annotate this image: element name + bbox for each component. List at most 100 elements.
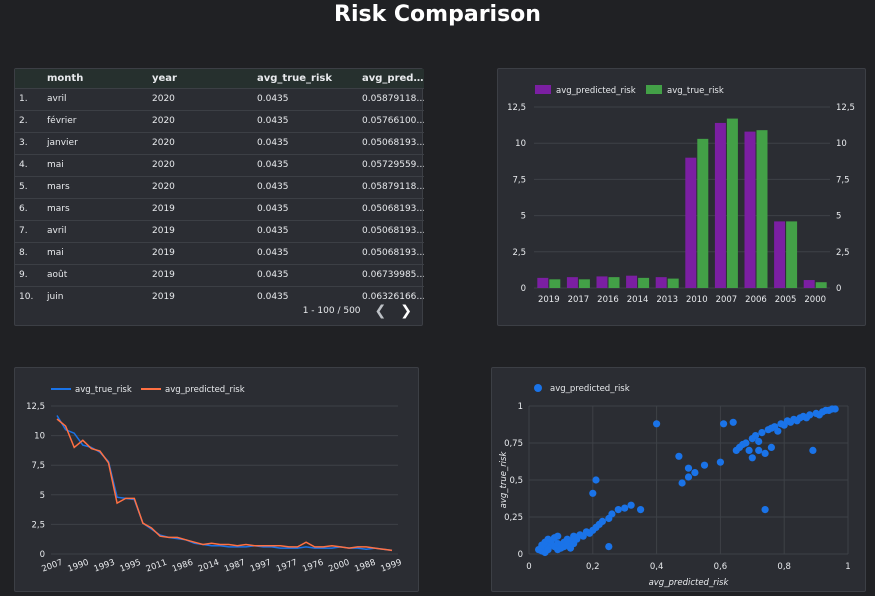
y-tick-label: 5 <box>521 212 526 222</box>
table-row[interactable]: 3. janvier 2020 0.0435 0.05068193… <box>15 131 424 154</box>
y-tick-label: 0,5 <box>509 476 523 486</box>
data-point <box>716 458 724 466</box>
data-point <box>678 479 686 487</box>
data-point <box>809 446 817 454</box>
data-point <box>614 506 622 514</box>
year-cell: 2019 <box>148 263 253 286</box>
y-tick-label: 1 <box>518 402 523 412</box>
data-point <box>720 420 728 428</box>
data-point <box>761 449 769 457</box>
data-point <box>806 411 814 419</box>
y-tick-label: 5 <box>836 212 841 222</box>
avg-predicted-risk-cell: 0.05879118… <box>358 87 424 110</box>
x-tick-label: 2016 <box>597 295 619 305</box>
data-point <box>637 506 645 514</box>
table-row[interactable]: 5. mars 2020 0.0435 0.05879118… <box>15 175 424 198</box>
avg-true-risk-cell: 0.0435 <box>253 197 358 220</box>
x-tick-label: 0,6 <box>714 562 728 572</box>
table-row[interactable]: 7. avril 2019 0.0435 0.05068193… <box>15 219 424 242</box>
row-index: 7. <box>15 219 43 242</box>
year-cell: 2020 <box>148 175 253 198</box>
avg-true-risk-cell: 0.0435 <box>253 109 358 132</box>
x-tick-label: 0,8 <box>777 562 791 572</box>
bar <box>578 279 590 288</box>
y-tick-label: 5 <box>40 491 45 501</box>
year-cell: 2019 <box>148 241 253 264</box>
x-tick-label: 1987 <box>223 558 247 575</box>
x-tick-label: 2000 <box>327 558 351 575</box>
data-table: month year avg_true_risk avg_pred… 1. avr… <box>15 69 424 308</box>
x-tick-label: 2013 <box>656 295 678 305</box>
bar <box>685 157 697 288</box>
legend-label: avg_true_risk <box>667 86 724 96</box>
y-tick-label: 2,5 <box>512 248 526 258</box>
month-cell: mai <box>43 153 148 176</box>
chevron-right-icon[interactable]: ❯ <box>400 303 412 319</box>
month-cell: mars <box>43 175 148 198</box>
y-tick-label: 0,25 <box>504 513 523 523</box>
column-header-avg-predicted-risk[interactable]: avg_pred… <box>358 69 424 88</box>
y-tick-label: 7,5 <box>836 175 850 185</box>
data-point <box>755 437 763 446</box>
table-row[interactable]: 4. mai 2020 0.0435 0.05729559… <box>15 153 424 176</box>
table-row[interactable]: 9. août 2019 0.0435 0.06739985… <box>15 263 424 286</box>
x-tick-label: 0,2 <box>586 562 600 572</box>
data-table-card: month year avg_true_risk avg_pred… 1. avr… <box>14 68 424 326</box>
data-point <box>729 418 737 426</box>
x-tick-label: 2006 <box>745 295 767 305</box>
bar <box>638 277 650 288</box>
row-index: 4. <box>15 153 43 176</box>
avg-true-risk-cell: 0.0435 <box>253 131 358 154</box>
y-tick-label: 12,5 <box>26 402 45 412</box>
table-row[interactable]: 1. avril 2020 0.0435 0.05879118… <box>15 87 424 110</box>
x-axis-label: avg_predicted_risk <box>649 578 730 588</box>
row-index: 5. <box>15 175 43 198</box>
bar <box>714 122 726 288</box>
year-cell: 2020 <box>148 153 253 176</box>
x-tick-label: 1997 <box>249 558 273 575</box>
avg-predicted-risk-cell: 0.05068193… <box>358 131 424 154</box>
x-tick-label: 1977 <box>275 558 299 575</box>
scatter-chart-card: avg_predicted_risk 0 0,25 0,5 0,75 1 0 0,2 0,4 0,… <box>491 367 866 592</box>
column-header-avg-true-risk[interactable]: avg_true_risk <box>253 69 358 88</box>
bar <box>697 138 709 288</box>
bar <box>786 221 798 288</box>
avg-true-risk-cell: 0.0435 <box>253 87 358 110</box>
chevron-left-icon[interactable]: ❮ <box>375 303 387 319</box>
year-cell: 2020 <box>148 87 253 110</box>
data-point <box>684 464 693 472</box>
column-header-month[interactable]: month <box>43 69 148 88</box>
table-row[interactable]: 2. février 2020 0.0435 0.05766100… <box>15 109 424 132</box>
avg-true-risk-cell: 0.0435 <box>253 219 358 242</box>
data-point <box>589 489 597 497</box>
x-tick-label: 0 <box>526 562 531 572</box>
scatter-chart: avg_predicted_risk 0 0,25 0,5 0,75 1 0 0,2 0,4 0,… <box>499 384 851 588</box>
data-point <box>675 452 683 460</box>
year-cell: 2019 <box>148 219 253 242</box>
table-row[interactable]: 8. mai 2019 0.0435 0.05068193… <box>15 241 424 264</box>
avg-predicted-risk-cell: 0.05068193… <box>358 241 424 264</box>
y-tick-label: 0 <box>521 284 526 294</box>
x-tick-label: 2005 <box>775 295 797 305</box>
y-tick-label: 0 <box>40 550 45 560</box>
data-point <box>761 506 769 514</box>
data-point <box>592 476 600 484</box>
x-tick-label: 2011 <box>145 558 169 575</box>
y-tick-label: 10 <box>836 139 847 149</box>
year-cell: 2019 <box>148 285 253 308</box>
year-cell: 2020 <box>148 131 253 154</box>
row-index: 1. <box>15 87 43 110</box>
x-tick-label: 0,4 <box>650 562 664 572</box>
column-header-year[interactable]: year <box>148 69 253 88</box>
data-point <box>767 443 775 451</box>
avg-predicted-risk-cell: 0.05068193… <box>358 219 424 242</box>
month-cell: août <box>43 263 148 286</box>
avg-true-risk-cell: 0.0435 <box>253 175 358 198</box>
row-index: 8. <box>15 241 43 264</box>
bar <box>655 277 667 288</box>
data-point <box>544 546 552 554</box>
y-tick-label: 2,5 <box>836 248 850 258</box>
month-cell: janvier <box>43 131 148 154</box>
month-cell: mai <box>43 241 148 264</box>
table-row[interactable]: 6. mars 2019 0.0435 0.05068193… <box>15 197 424 220</box>
